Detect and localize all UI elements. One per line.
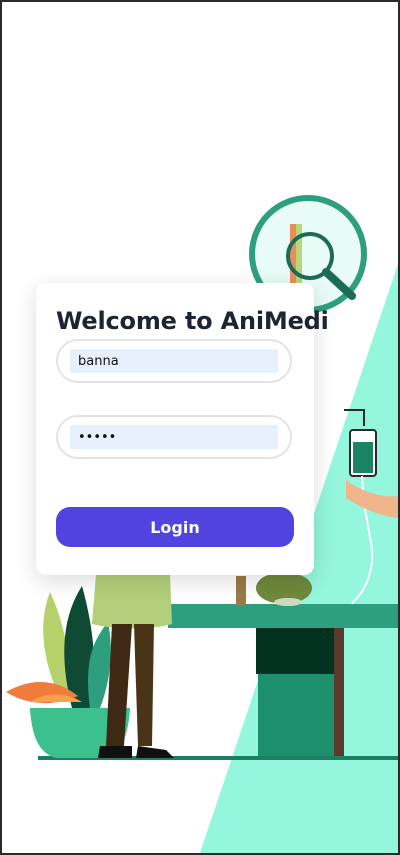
pet-figure <box>236 572 312 606</box>
table-drawer <box>256 628 336 674</box>
iv-pole <box>334 628 344 758</box>
password-field-container <box>56 415 292 459</box>
login-button[interactable]: Login <box>56 507 294 547</box>
username-input[interactable] <box>70 349 278 373</box>
table-base <box>258 674 338 758</box>
login-card: Welcome to AniMedi Login <box>36 283 329 575</box>
username-field-container <box>56 339 292 383</box>
page-title: Welcome to AniMedi <box>56 307 329 335</box>
vet-table-icon <box>168 604 398 628</box>
app-frame: Welcome to AniMedi Login <box>0 0 400 855</box>
password-input[interactable] <box>70 425 278 449</box>
